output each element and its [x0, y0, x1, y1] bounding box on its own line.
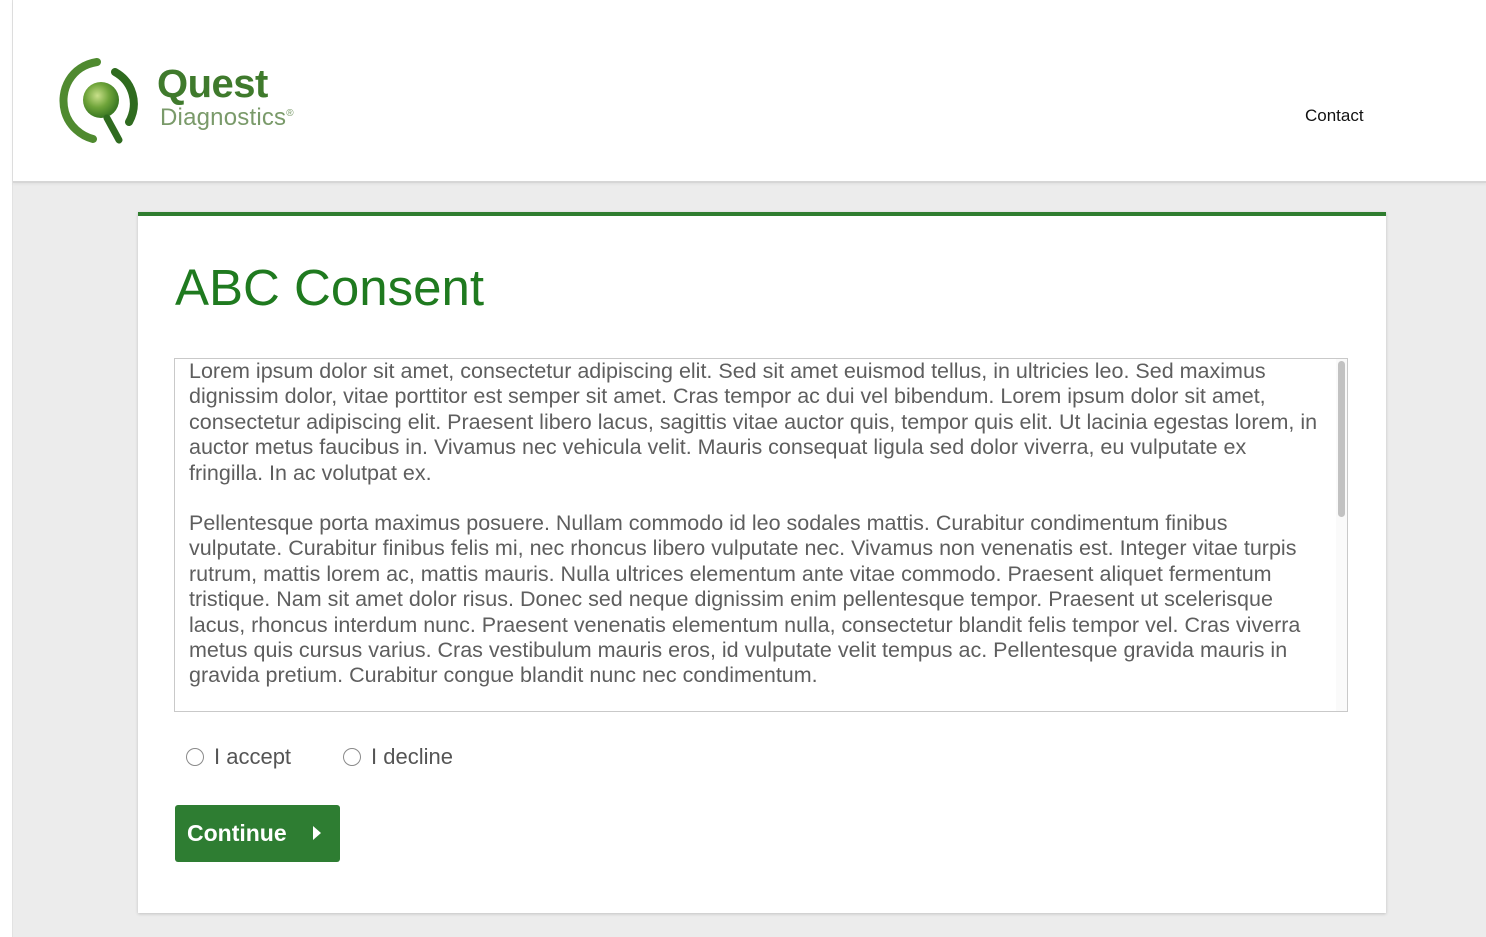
quest-diagnostics-logo[interactable]: Quest Diagnostics® [57, 56, 327, 146]
scrollbar-thumb[interactable] [1338, 361, 1345, 517]
quest-q-logo-icon [59, 58, 138, 144]
consent-paragraph: Pellentesque porta maximus posuere. Null… [189, 511, 1301, 688]
continue-button[interactable]: Continue [175, 805, 340, 862]
consent-paragraph: Lorem ipsum dolor sit amet, consectetur … [189, 359, 1318, 485]
consent-card: ABC Consent Lorem ipsum dolor sit amet, … [138, 212, 1386, 913]
accept-label: I accept [214, 744, 292, 769]
page-title: ABC Consent [175, 259, 484, 316]
page-frame: Quest Diagnostics® Contact ABC Consent L… [12, 0, 1486, 937]
decline-label: I decline [371, 744, 453, 769]
logo-wordmark-diagnostics: Diagnostics® [160, 106, 294, 130]
site-header: Quest Diagnostics® Contact [13, 0, 1486, 183]
registered-mark: ® [286, 108, 294, 119]
decline-option[interactable]: I decline [343, 742, 453, 772]
accept-option[interactable]: I accept [186, 742, 291, 772]
accept-radio[interactable] [186, 748, 204, 766]
chevron-right-icon [313, 826, 321, 840]
contact-link[interactable]: Contact [1305, 106, 1364, 126]
logo-wordmark-diagnostics-text: Diagnostics [160, 104, 287, 131]
continue-label: Continue [187, 820, 287, 846]
consent-text-box[interactable]: Lorem ipsum dolor sit amet, consectetur … [174, 358, 1348, 712]
logo-wordmark-quest: Quest [157, 62, 268, 106]
decline-radio[interactable] [343, 748, 361, 766]
consent-text: Lorem ipsum dolor sit amet, consectetur … [189, 359, 1321, 711]
consent-scrollbar[interactable] [1336, 359, 1347, 711]
